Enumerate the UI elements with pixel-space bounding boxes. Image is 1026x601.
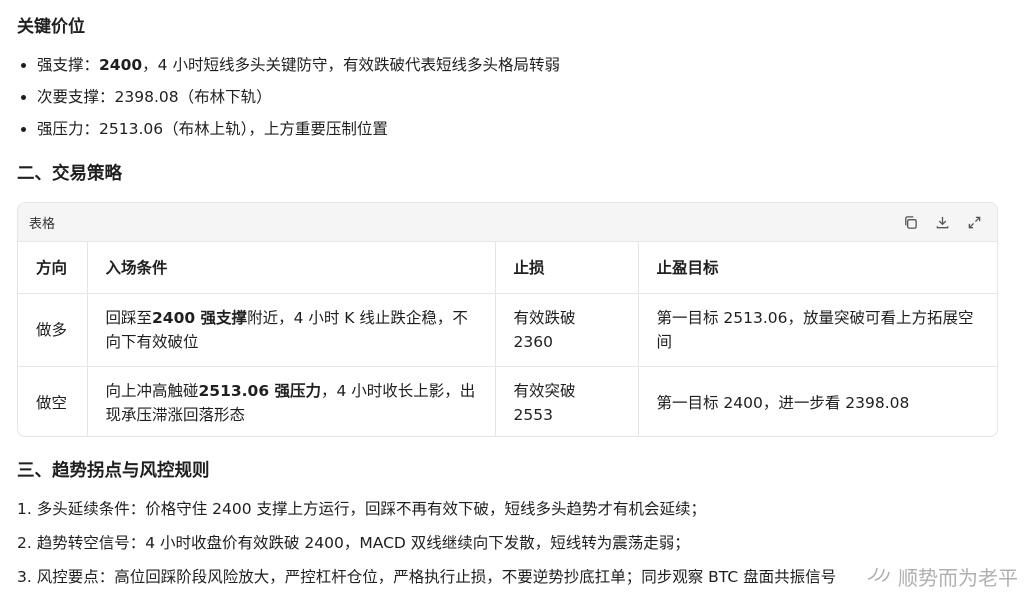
- copy-icon[interactable]: [902, 214, 919, 231]
- cell-entry: 回踩至2400 强支撑附近，4 小时 K 线止跌企稳，不向下有效破位: [87, 293, 496, 367]
- list-item: 1. 多头延续条件：价格守住 2400 支撑上方运行，回踩不再有效下破，短线多头…: [17, 500, 707, 518]
- cell-target: 第一目标 2400，进一步看 2398.08: [638, 366, 997, 436]
- list-item: 3. 风控要点：高位回踩阶段风险放大，严控杠杆仓位，严格执行止损，不要逆势抄底扛…: [17, 568, 837, 586]
- strategy-table-card: 表格 方向 入场条件 止损 止盈目标 做多 回踩至2400 强支撑附近，4 小时…: [17, 202, 998, 437]
- header-direction: 方向: [18, 241, 88, 294]
- key-levels-title: 关键价位: [17, 17, 85, 37]
- level-desc: ，4 小时短线多头关键防守，有效跌破代表短线多头格局转弱: [142, 56, 560, 74]
- header-stop: 止损: [495, 241, 639, 294]
- cell-stop: 有效跌破 2360: [495, 293, 639, 367]
- header-entry: 入场条件: [87, 241, 496, 294]
- table-toolbar: [902, 214, 983, 231]
- cell-direction: 做多: [18, 293, 88, 367]
- watermark-logo-icon: [866, 563, 892, 590]
- table-card-title: 表格: [29, 216, 56, 232]
- cell-entry: 向上冲高触碰2513.06 强压力，4 小时收长上影，出现承压滞涨回落形态: [87, 366, 496, 436]
- strategy-title: 二、交易策略: [17, 164, 122, 184]
- level-label: 次要支撑：: [37, 88, 115, 106]
- rules-title: 三、趋势拐点与风控规则: [17, 461, 210, 481]
- level-desc: 2398.08（布林下轨）: [114, 88, 272, 106]
- strategy-table: 方向 入场条件 止损 止盈目标 做多 回踩至2400 强支撑附近，4 小时 K …: [18, 241, 997, 436]
- level-label: 强支撑：: [37, 56, 100, 74]
- watermark: 顺势而为老平: [866, 562, 1018, 591]
- table-header-row: 方向 入场条件 止损 止盈目标: [18, 241, 997, 294]
- expand-icon[interactable]: [966, 214, 983, 231]
- watermark-text: 顺势而为老平: [898, 566, 1018, 590]
- level-label: 强压力：: [37, 120, 100, 138]
- level-desc: 2513.06（布林上轨），上方重要压制位置: [99, 120, 388, 138]
- list-item: 强支撑：2400，4 小时短线多头关键防守，有效跌破代表短线多头格局转弱: [17, 52, 560, 84]
- table-row: 做多 回踩至2400 强支撑附近，4 小时 K 线止跌企稳，不向下有效破位 有效…: [18, 293, 997, 367]
- list-item: 次要支撑：2398.08（布林下轨）: [17, 84, 560, 116]
- table-card-header: 表格: [18, 203, 997, 241]
- key-levels-list: 强支撑：2400，4 小时短线多头关键防守，有效跌破代表短线多头格局转弱 次要支…: [17, 52, 560, 148]
- table-row: 做空 向上冲高触碰2513.06 强压力，4 小时收长上影，出现承压滞涨回落形态…: [18, 366, 997, 436]
- cell-direction: 做空: [18, 366, 88, 436]
- cell-stop: 有效突破 2553: [495, 366, 639, 436]
- rules-list: 1. 多头延续条件：价格守住 2400 支撑上方运行，回踩不再有效下破，短线多头…: [17, 497, 836, 599]
- list-item: 2. 趋势转空信号：4 小时收盘价有效跌破 2400，MACD 双线继续向下发散…: [17, 534, 690, 552]
- cell-target: 第一目标 2513.06，放量突破可看上方拓展空间: [638, 293, 997, 367]
- download-icon[interactable]: [934, 214, 951, 231]
- header-target: 止盈目标: [638, 241, 997, 294]
- level-value: 2400: [99, 56, 143, 74]
- list-item: 强压力：2513.06（布林上轨），上方重要压制位置: [17, 116, 560, 148]
